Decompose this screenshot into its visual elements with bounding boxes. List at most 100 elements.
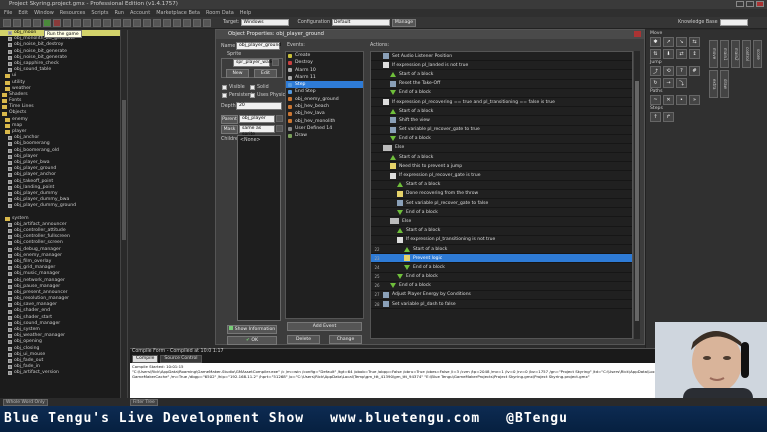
edit-sprite-button[interactable]: Edit xyxy=(254,69,277,78)
action-item[interactable]: Shift the view xyxy=(371,116,632,126)
persistent-checkbox[interactable]: Persistent xyxy=(222,93,253,98)
extension-icon[interactable] xyxy=(193,18,201,27)
event-item[interactable]: obj_hev_monolith xyxy=(286,118,363,125)
palette-tab[interactable]: draw xyxy=(720,70,729,98)
palette-tab[interactable]: control xyxy=(742,40,751,68)
action-item[interactable]: Set variable pl_recover_gate to false xyxy=(371,199,632,209)
room-icon[interactable] xyxy=(173,18,181,27)
delete-event-button[interactable]: Delete xyxy=(287,335,320,344)
dialog-close-icon[interactable] xyxy=(634,31,641,37)
debug-icon[interactable] xyxy=(53,18,61,27)
timeline-icon[interactable] xyxy=(153,18,161,27)
action-item[interactable]: Set Audio Listener Position xyxy=(371,52,632,62)
action-item[interactable]: Start of a block xyxy=(371,107,632,117)
manage-button[interactable]: Manage xyxy=(392,18,416,27)
object-icon[interactable] xyxy=(163,18,171,27)
event-item[interactable]: User Defined 14 xyxy=(286,125,363,132)
menu-item[interactable]: File xyxy=(4,9,12,17)
action-item[interactable]: If expression pl_transitioning is not tr… xyxy=(371,236,632,245)
palette-tab[interactable]: score xyxy=(753,40,762,68)
whole-word-only-toggle[interactable]: Whole Word Only xyxy=(3,398,48,406)
reverse-horizontal-icon[interactable]: ⇄ xyxy=(676,49,687,59)
tree-item[interactable]: obj_artifact_version xyxy=(0,370,127,376)
action-item[interactable]: Start of a block xyxy=(371,153,632,163)
set-path-icon[interactable]: ~ xyxy=(650,95,661,105)
action-item[interactable]: 27 Adjust Player Energy by Conditions xyxy=(371,291,632,301)
resource-tree[interactable]: obj_moon obj_monolith_bit_generate obj_noi… xyxy=(0,30,128,398)
sprite-menu-icon[interactable] xyxy=(272,59,279,66)
background-icon[interactable] xyxy=(103,18,111,27)
actions-scrollbar[interactable] xyxy=(633,51,640,339)
event-item[interactable]: Draw xyxy=(286,132,363,139)
path-icon[interactable] xyxy=(113,18,121,27)
menu-item[interactable]: Scripts xyxy=(91,9,108,17)
menu-item[interactable]: Account xyxy=(130,9,150,17)
action-item[interactable]: Else xyxy=(371,217,632,227)
menu-item[interactable]: Help xyxy=(240,9,251,17)
palette-tab[interactable]: move xyxy=(709,40,718,68)
palette-tab[interactable]: main2 xyxy=(731,40,740,68)
path-position-icon[interactable]: • xyxy=(676,95,687,105)
action-item[interactable]: Start of a block xyxy=(371,227,632,236)
end-path-icon[interactable]: ✕ xyxy=(663,95,674,105)
target-select[interactable]: Windows xyxy=(241,19,290,26)
event-item[interactable]: Create xyxy=(286,52,363,59)
sprite-select[interactable]: spr_player_walk xyxy=(233,59,273,67)
action-item[interactable]: 23 Prevent logic xyxy=(371,254,632,264)
output-tab[interactable]: Compile xyxy=(132,355,159,363)
action-item[interactable]: 28 Set variable pl_dash to false xyxy=(371,300,632,310)
menu-item[interactable]: Window xyxy=(34,9,54,17)
events-list[interactable]: Create Destroy Alarm 10 Alarm 11 Step End Ste… xyxy=(285,51,364,319)
speed-vertical-icon[interactable]: ⇅ xyxy=(650,49,661,59)
change-event-button[interactable]: Change xyxy=(329,335,362,344)
close-button[interactable] xyxy=(756,1,764,7)
configuration-select[interactable]: Default xyxy=(332,19,390,26)
parent-button[interactable]: Parent xyxy=(221,115,238,124)
action-item[interactable]: Need this to prevent a jump xyxy=(371,162,632,172)
jump-start-icon[interactable]: ⟲ xyxy=(663,66,674,76)
help-icon[interactable] xyxy=(203,18,211,27)
align-grid-icon[interactable]: # xyxy=(689,66,700,76)
parent-select[interactable]: obj_player xyxy=(239,115,275,123)
uses-physics-checkbox[interactable]: Uses Physics xyxy=(250,93,288,98)
event-item[interactable]: obj_hev_lava xyxy=(286,110,363,117)
action-item[interactable]: If expression pl_recover_gate is true xyxy=(371,171,632,181)
sound-icon[interactable] xyxy=(93,18,101,27)
knowledge-base-search[interactable] xyxy=(719,19,748,26)
action-item[interactable]: Start of a block xyxy=(371,70,632,80)
reverse-vertical-icon[interactable]: ↕ xyxy=(689,49,700,59)
menu-item[interactable]: Resources xyxy=(60,9,86,17)
event-item[interactable]: obj_enemy_ground xyxy=(286,96,363,103)
action-item[interactable]: If expression pl_landed is not true xyxy=(371,61,632,71)
menu-item[interactable]: Marketplace Beta xyxy=(156,9,200,17)
minimize-button[interactable] xyxy=(736,1,744,7)
action-item[interactable]: Reset the Take-Off xyxy=(371,80,632,89)
new-sprite-button[interactable]: New xyxy=(226,69,249,78)
show-information-button[interactable]: Show Information xyxy=(227,325,277,334)
save-icon[interactable] xyxy=(23,18,31,27)
ok-button[interactable]: ✔ OK xyxy=(227,336,277,345)
action-item[interactable]: Set variable pl_recover_gate to true xyxy=(371,126,632,135)
action-item[interactable]: 22 Start of a block xyxy=(371,245,632,255)
action-item[interactable]: Start of a block xyxy=(371,181,632,190)
event-item[interactable]: Alarm 10 xyxy=(286,67,363,74)
run-icon[interactable] xyxy=(43,18,51,27)
name-input[interactable]: obj_player_ground xyxy=(236,42,281,50)
speed-horizontal-icon[interactable]: ⇆ xyxy=(689,37,700,47)
script-icon[interactable] xyxy=(123,18,131,27)
menu-item[interactable]: Edit xyxy=(18,9,28,17)
palette-tab[interactable]: extra xyxy=(709,70,718,98)
wrap-screen-icon[interactable]: ↻ xyxy=(650,78,661,88)
depth-input[interactable]: 20 xyxy=(236,102,282,110)
jump-position-icon[interactable]: ⤴ xyxy=(650,66,661,76)
mask-menu-icon[interactable] xyxy=(276,125,283,132)
settings-icon[interactable] xyxy=(183,18,191,27)
clean-icon[interactable] xyxy=(73,18,81,27)
mask-select[interactable]: same as sprite xyxy=(239,125,275,137)
event-item[interactable]: Destroy xyxy=(286,59,363,66)
dialog-title-bar[interactable]: Object Properties: obj_player_ground xyxy=(216,30,644,39)
action-item[interactable]: End of a block xyxy=(371,89,632,98)
path-speed-icon[interactable]: » xyxy=(689,95,700,105)
action-item[interactable]: If expression pl_recovering == true and … xyxy=(371,98,632,108)
move-free-icon[interactable]: ↗ xyxy=(663,37,674,47)
